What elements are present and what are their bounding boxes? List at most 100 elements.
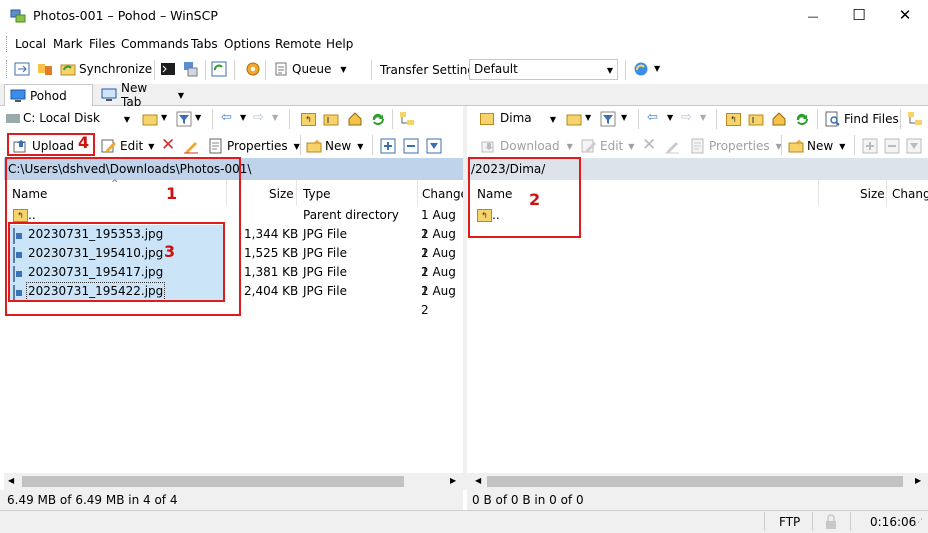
find-files-button[interactable]: Find Files — [825, 108, 899, 130]
menu-mark[interactable]: Mark — [53, 37, 83, 51]
home-icon[interactable] — [347, 111, 363, 127]
resize-grip-icon[interactable]: ⋰ — [914, 518, 923, 528]
tab-new-tab[interactable]: New Tab ▼ — [96, 81, 189, 109]
parent-directory-icon[interactable]: ↰ — [726, 113, 741, 126]
synchronize-browsing-icon[interactable] — [37, 61, 53, 77]
menu-local[interactable]: Local — [15, 37, 46, 51]
column-type[interactable]: Type — [303, 187, 331, 201]
select-files-icon[interactable] — [380, 138, 396, 154]
forward-arrow-icon[interactable]: ⇨ — [253, 110, 264, 125]
unselect-files-icon[interactable] — [403, 138, 419, 154]
column-changed[interactable]: Change — [422, 187, 468, 201]
refresh-icon[interactable] — [794, 111, 810, 127]
scroll-left-icon[interactable]: ◀ — [8, 476, 14, 485]
minimize-icon: — — [807, 10, 819, 23]
rename-icon[interactable] — [664, 138, 680, 154]
column-divider[interactable] — [296, 180, 297, 206]
filter-files-icon[interactable] — [906, 138, 922, 154]
download-button[interactable]: Download ▼ — [481, 135, 573, 157]
refresh-icon[interactable] — [370, 111, 386, 127]
filter-icon[interactable] — [600, 111, 616, 127]
refresh-icon[interactable] — [211, 61, 227, 77]
filter-icon[interactable] — [176, 111, 192, 127]
local-drive-select[interactable]: C: Local Disk ▼ — [6, 109, 134, 130]
column-divider[interactable] — [417, 180, 418, 206]
local-new-button[interactable]: New ▼ — [306, 135, 363, 157]
compare-icon[interactable] — [14, 61, 30, 77]
column-divider[interactable] — [818, 180, 819, 206]
chevron-down-icon[interactable]: ▼ — [700, 113, 706, 122]
tree-icon[interactable] — [907, 111, 923, 127]
root-directory-icon[interactable] — [748, 111, 764, 127]
window-title: Photos-001 – Pohod – WinSCP — [33, 8, 218, 23]
local-properties-button[interactable]: Properties ▼ — [208, 135, 300, 157]
remote-edit-button[interactable]: Edit ▼ — [581, 135, 634, 157]
column-divider[interactable] — [886, 180, 887, 206]
tab-pohod[interactable]: Pohod — [4, 84, 93, 106]
remote-horizontal-scrollbar[interactable]: ◀ ▶ — [467, 473, 928, 490]
delete-icon[interactable]: ✕ — [642, 135, 656, 155]
local-status-text: 6.49 MB of 6.49 MB in 4 of 4 — [7, 493, 178, 507]
chevron-down-icon[interactable]: ▼ — [667, 113, 673, 122]
chevron-down-icon: ▼ — [606, 66, 613, 75]
remote-file-list[interactable] — [467, 206, 928, 473]
chevron-down-icon[interactable]: ▼ — [240, 113, 246, 122]
scroll-right-icon[interactable]: ▶ — [450, 476, 456, 485]
maximize-button[interactable]: ☐ — [836, 0, 882, 32]
column-changed[interactable]: Chang — [892, 187, 928, 201]
transfer-options-icon[interactable] — [633, 61, 649, 77]
menu-help[interactable]: Help — [326, 37, 353, 51]
open-folder-icon[interactable] — [142, 111, 158, 127]
tree-icon[interactable] — [399, 111, 415, 127]
remote-directory-select[interactable]: Dima ▼ — [474, 109, 560, 130]
delete-icon[interactable]: ✕ — [161, 135, 175, 155]
local-horizontal-scrollbar[interactable]: ◀ ▶ — [4, 473, 463, 490]
status-divider — [812, 512, 813, 531]
filter-files-icon[interactable] — [426, 138, 442, 154]
rename-icon[interactable] — [183, 138, 199, 154]
menu-tabs[interactable]: Tabs — [191, 37, 218, 51]
scrollbar-thumb[interactable] — [487, 476, 903, 487]
local-edit-button[interactable]: Edit ▼ — [101, 135, 154, 157]
chevron-down-icon[interactable]: ▼ — [654, 64, 660, 73]
menu-remote[interactable]: Remote — [275, 37, 321, 51]
chevron-down-icon: ▼ — [549, 115, 556, 124]
back-arrow-icon[interactable]: ⇦ — [221, 110, 232, 125]
maximize-icon: ☐ — [852, 6, 866, 24]
forward-arrow-icon[interactable]: ⇨ — [681, 110, 692, 125]
select-files-icon[interactable] — [862, 138, 878, 154]
parent-directory-icon[interactable]: ↰ — [301, 113, 316, 126]
scroll-left-icon[interactable]: ◀ — [475, 476, 481, 485]
preferences-gear-icon[interactable] — [245, 61, 261, 77]
minimize-button[interactable]: — — [790, 0, 836, 32]
chevron-down-icon: ▼ — [839, 141, 846, 151]
putty-icon[interactable] — [182, 61, 198, 77]
queue-button[interactable]: Queue ▼ — [273, 58, 347, 80]
annotation-number-2: 2 — [529, 190, 541, 209]
menu-files[interactable]: Files — [89, 37, 115, 51]
synchronize-button[interactable]: Synchronize — [60, 58, 152, 80]
open-folder-icon[interactable] — [566, 111, 582, 127]
chevron-down-icon[interactable]: ▼ — [585, 113, 591, 122]
column-size[interactable]: Size — [860, 187, 885, 201]
close-button[interactable]: ✕ — [882, 0, 928, 32]
transfer-settings-select[interactable]: Default ▼ — [469, 59, 618, 80]
chevron-down-icon[interactable]: ▼ — [621, 113, 627, 122]
chevron-down-icon[interactable]: ▼ — [195, 113, 201, 122]
scrollbar-thumb[interactable] — [22, 476, 404, 487]
remote-properties-button[interactable]: Properties ▼ — [690, 135, 782, 157]
file-type: JPG File — [303, 246, 347, 260]
properties-label: Properties — [227, 139, 288, 153]
root-directory-icon[interactable] — [323, 111, 339, 127]
column-size[interactable]: Size — [269, 187, 294, 201]
back-arrow-icon[interactable]: ⇦ — [647, 110, 658, 125]
menu-commands[interactable]: Commands — [121, 37, 189, 51]
menu-options[interactable]: Options — [224, 37, 270, 51]
console-icon[interactable] — [160, 61, 176, 77]
scroll-right-icon[interactable]: ▶ — [915, 476, 921, 485]
home-icon[interactable] — [771, 111, 787, 127]
chevron-down-icon[interactable]: ▼ — [272, 113, 278, 122]
chevron-down-icon[interactable]: ▼ — [161, 113, 167, 122]
remote-new-button[interactable]: New ▼ — [788, 135, 845, 157]
unselect-files-icon[interactable] — [884, 138, 900, 154]
